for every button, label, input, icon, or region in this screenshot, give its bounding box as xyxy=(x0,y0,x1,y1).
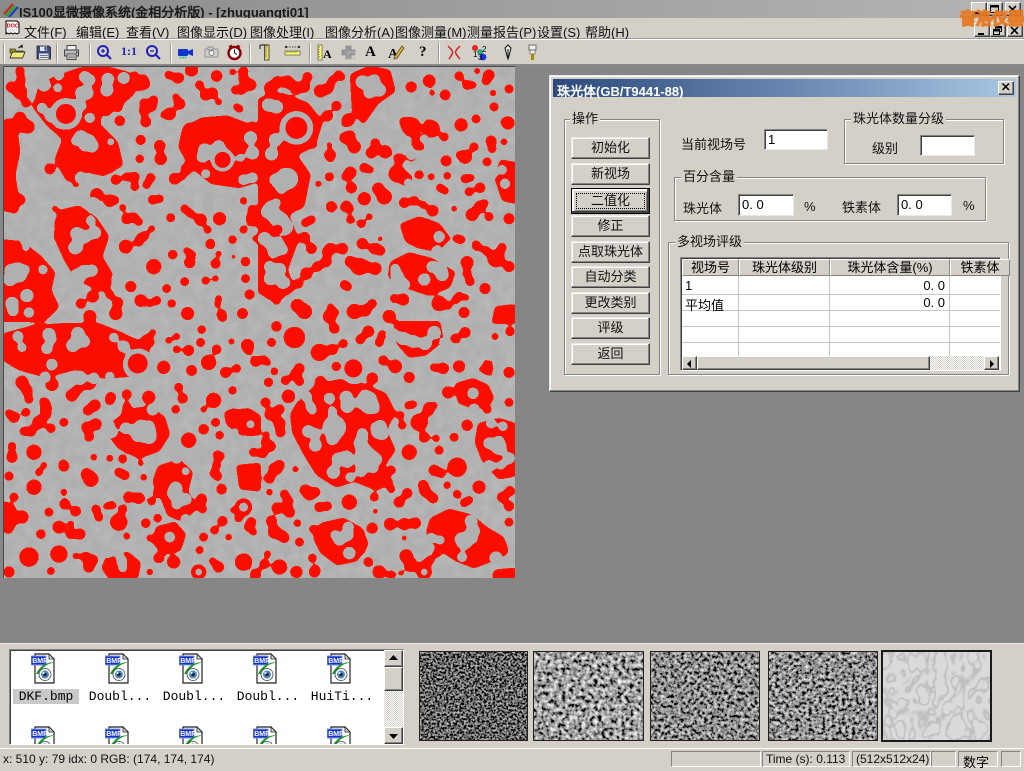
svg-text:2: 2 xyxy=(482,45,487,54)
svg-text:DOC: DOC xyxy=(7,24,19,30)
svg-text:3: 3 xyxy=(478,53,483,61)
svg-text:A: A xyxy=(323,47,332,61)
